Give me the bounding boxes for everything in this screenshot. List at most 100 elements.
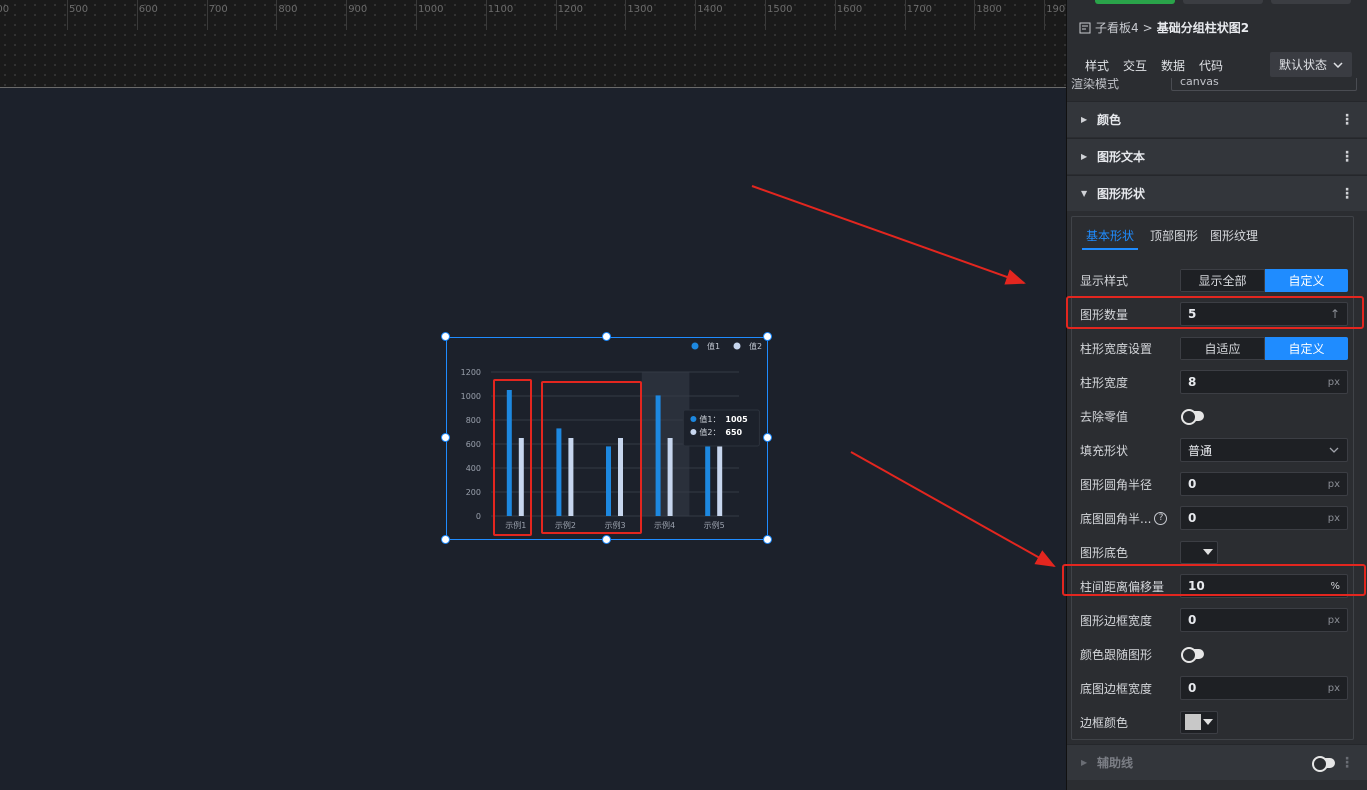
color-follow-toggle[interactable] (1181, 647, 1204, 663)
bar-width-unit: px (1327, 376, 1340, 388)
display-style-custom[interactable]: 自定义 (1265, 268, 1348, 292)
tab-interaction[interactable]: 交互 (1123, 57, 1147, 74)
color-swatch (1185, 714, 1201, 730)
caret-down-icon (1203, 719, 1213, 725)
base-radius-row: 底图圆角半... ? 0 px (1080, 506, 1352, 530)
bar-width-label: 柱形宽度 (1080, 375, 1129, 390)
properties-panel: 子看板4 > 基础分组柱状图2 样式 交互 数据 代码 默认状态 渲染模式 ca… (1062, 0, 1367, 790)
breadcrumb: 子看板4 > 基础分组柱状图2 (1079, 19, 1249, 36)
border-width-unit: px (1327, 614, 1340, 626)
more-icon[interactable]: ⋮ (1340, 113, 1354, 127)
render-mode-label: 渲染模式 (1071, 78, 1120, 91)
breadcrumb-separator: > (1142, 20, 1153, 35)
section-shape-text-title: 图形文本 (1097, 150, 1146, 164)
section-aux-line[interactable]: ▶ 辅助线 ⋮ (1067, 744, 1367, 780)
base-radius-unit: px (1327, 512, 1340, 524)
render-mode-row: 渲染模式 canvas (1067, 78, 1367, 100)
base-border-width-row: 底图边框宽度 0 px (1080, 676, 1352, 700)
subtab-top-shape[interactable]: 顶部图形 (1150, 227, 1198, 250)
color-follow-label: 颜色跟随图形 (1080, 647, 1153, 662)
section-shape-text[interactable]: ▶ 图形文本 ⋮ (1067, 138, 1367, 174)
fill-shape-row: 填充形状 普通 (1080, 438, 1352, 462)
tab-code[interactable]: 代码 (1199, 57, 1223, 74)
highlight-box-gap-offset (1062, 564, 1366, 596)
base-color-picker[interactable] (1180, 540, 1218, 564)
base-border-width-unit: px (1327, 682, 1340, 694)
arrow-to-gap-offset (850, 451, 1056, 567)
help-icon[interactable]: ? (1154, 511, 1168, 525)
bar-width-row: 柱形宽度 8 px (1080, 370, 1352, 394)
state-select[interactable]: 默认状态 (1270, 52, 1352, 77)
caret-down-icon: ▼ (1081, 189, 1088, 198)
remove-zero-toggle[interactable] (1181, 409, 1204, 425)
bar-width-custom[interactable]: 自定义 (1265, 336, 1348, 360)
more-icon[interactable]: ⋮ (1340, 187, 1354, 201)
bar-width-auto[interactable]: 自适应 (1180, 336, 1265, 360)
subtab-basic-shape[interactable]: 基本形状 (1082, 227, 1139, 250)
base-border-width-value: 0 (1188, 681, 1197, 695)
caret-down-icon (1203, 549, 1213, 555)
display-style-row: 显示样式 显示全部 自定义 (1080, 268, 1352, 292)
more-icon[interactable]: ⋮ (1340, 756, 1354, 770)
bar-width-input[interactable]: 8 px (1180, 370, 1348, 394)
chevron-down-icon (1329, 447, 1339, 453)
caret-right-icon: ▶ (1081, 152, 1088, 161)
state-select-value: 默认状态 (1279, 58, 1328, 72)
chevron-down-icon (1333, 61, 1343, 68)
breadcrumb-parent[interactable]: 子看板4 (1095, 19, 1139, 36)
board-icon (1079, 22, 1091, 33)
fill-shape-select[interactable]: 普通 (1180, 438, 1348, 462)
render-mode-value: canvas (1180, 78, 1219, 88)
border-color-row: 边框颜色 (1080, 710, 1352, 734)
more-icon[interactable]: ⋮ (1340, 150, 1354, 164)
base-radius-label-wrap: 底图圆角半... ? (1080, 510, 1180, 527)
subtab-shape-texture[interactable]: 图形纹理 (1210, 227, 1258, 250)
base-border-width-label: 底图边框宽度 (1080, 681, 1153, 696)
corner-radius-unit: px (1327, 478, 1340, 490)
bar-width-setting-toggle: 自适应 自定义 (1180, 336, 1348, 360)
display-style-toggle: 显示全部 自定义 (1180, 268, 1348, 292)
fill-shape-label: 填充形状 (1080, 443, 1129, 458)
render-mode-select[interactable]: canvas (1171, 78, 1357, 91)
base-radius-label: 底图圆角半... (1080, 511, 1152, 526)
base-color-row: 图形底色 (1080, 540, 1352, 564)
panel-tabs: 样式 交互 数据 代码 (1085, 57, 1223, 74)
arrow-to-shape-count (751, 185, 1026, 285)
breadcrumb-current: 基础分组柱状图2 (1156, 21, 1250, 35)
tab-style[interactable]: 样式 (1085, 57, 1109, 74)
border-width-value: 0 (1188, 613, 1197, 627)
section-color-title: 颜色 (1097, 113, 1122, 127)
corner-radius-label: 图形圆角半径 (1080, 477, 1153, 492)
section-shape-title: 图形形状 (1097, 187, 1146, 201)
section-aux-line-title: 辅助线 (1097, 756, 1134, 770)
display-style-label: 显示样式 (1080, 273, 1129, 288)
fill-shape-value: 普通 (1188, 443, 1213, 458)
base-radius-value: 0 (1188, 511, 1197, 525)
corner-radius-value: 0 (1188, 477, 1197, 491)
bar-width-setting-row: 柱形宽度设置 自适应 自定义 (1080, 336, 1352, 360)
corner-radius-row: 图形圆角半径 0 px (1080, 472, 1352, 496)
aux-line-toggle[interactable] (1312, 756, 1335, 772)
border-width-input[interactable]: 0 px (1180, 608, 1348, 632)
remove-zero-label: 去除零值 (1080, 409, 1129, 424)
display-style-all[interactable]: 显示全部 (1180, 268, 1265, 292)
caret-right-icon: ▶ (1081, 115, 1088, 124)
border-color-label: 边框颜色 (1080, 715, 1129, 730)
border-width-row: 图形边框宽度 0 px (1080, 608, 1352, 632)
border-width-label: 图形边框宽度 (1080, 613, 1153, 628)
remove-zero-row: 去除零值 (1080, 404, 1352, 428)
caret-right-icon: ▶ (1081, 758, 1088, 767)
shape-subtabs: 基本形状 顶部图形 图形纹理 (1082, 227, 1258, 250)
base-border-width-input[interactable]: 0 px (1180, 676, 1348, 700)
base-radius-input[interactable]: 0 px (1180, 506, 1348, 530)
section-color[interactable]: ▶ 颜色 ⋮ (1067, 101, 1367, 137)
shape-subpanel: 基本形状 顶部图形 图形纹理 显示样式 显示全部 自定义 图形数量 5 ↑ 柱形… (1071, 216, 1354, 740)
base-color-label: 图形底色 (1080, 545, 1129, 560)
section-shape[interactable]: ▼ 图形形状 ⋮ (1067, 175, 1367, 211)
bar-width-setting-label: 柱形宽度设置 (1080, 341, 1153, 356)
highlight-box-shape-count (1066, 296, 1364, 329)
bar-width-value: 8 (1188, 375, 1197, 389)
corner-radius-input[interactable]: 0 px (1180, 472, 1348, 496)
tab-data[interactable]: 数据 (1161, 57, 1185, 74)
border-color-picker[interactable] (1180, 710, 1218, 734)
